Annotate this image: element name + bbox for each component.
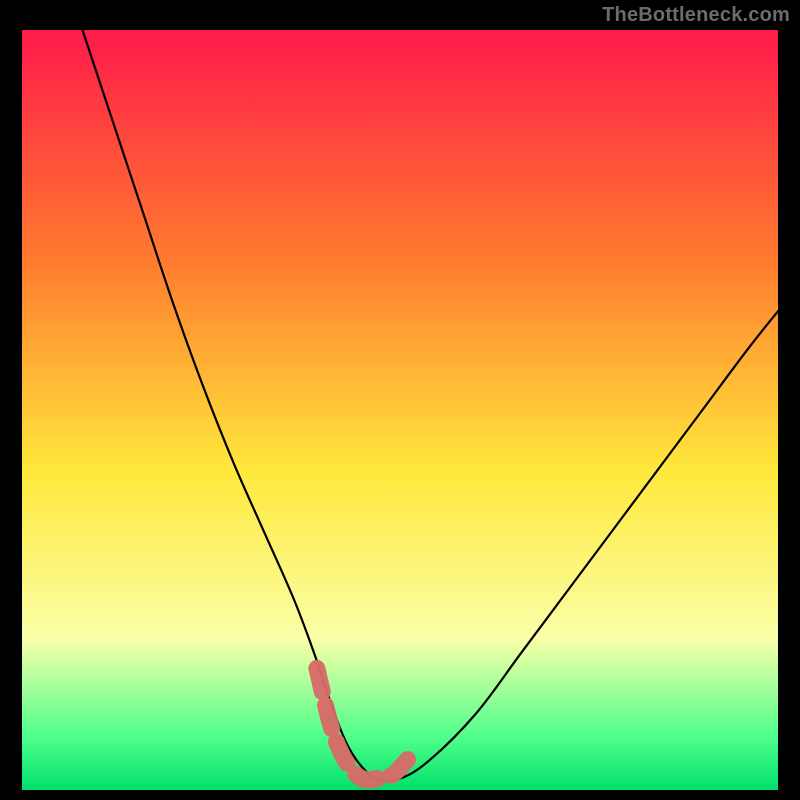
watermark-text: TheBottleneck.com [602,4,790,27]
chart-frame: TheBottleneck.com [0,0,800,800]
gradient-background [22,30,778,790]
bottleneck-chart [22,30,778,790]
plot-area [22,30,778,790]
